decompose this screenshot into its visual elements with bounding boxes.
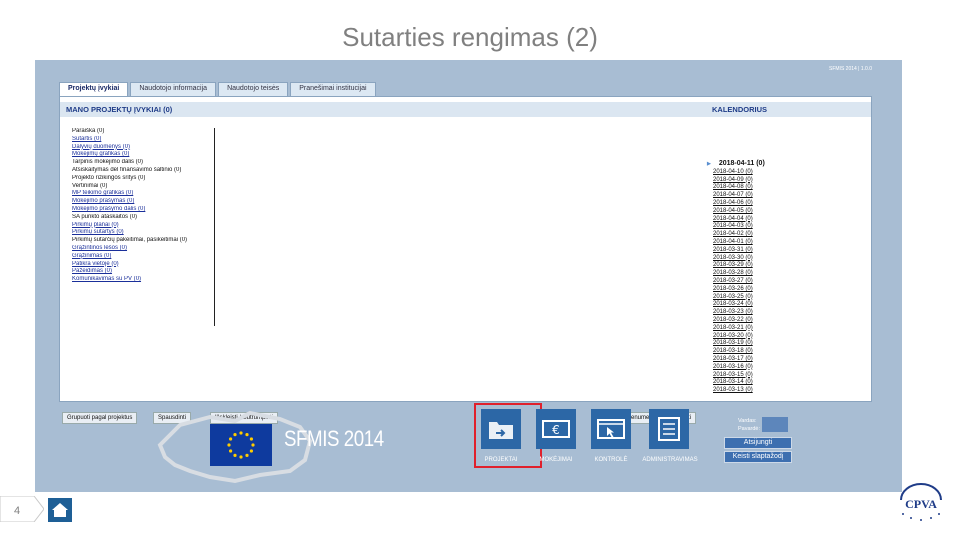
svg-text:€: €: [552, 423, 560, 437]
name-label: Vardas:: [738, 418, 757, 424]
event-type-item: Vertinimai (0): [72, 182, 108, 189]
calendar-date-item[interactable]: 2018-04-07 (0): [713, 192, 765, 200]
eu-flag-icon: [210, 424, 272, 466]
calendar-date-item[interactable]: 2018-03-18 (0): [713, 348, 765, 356]
euro-note-icon: €: [542, 420, 570, 438]
logout-button[interactable]: Atsijungti: [724, 437, 792, 449]
calendar-date-item[interactable]: 2018-04-08 (0): [713, 184, 765, 192]
event-type-item: Pirkimų sutarčių pakeitimai, pasikeitima…: [72, 237, 188, 244]
calendar-date-list: 2018-04-11 (0)2018-04-10 (0)2018-04-09 (…: [713, 160, 765, 395]
calendar-date-item[interactable]: 2018-03-29 (0): [713, 262, 765, 270]
event-type-item[interactable]: Grąžintinos lėšos (0): [72, 245, 214, 253]
event-type-item[interactable]: Pažeidimas (0): [72, 268, 214, 276]
event-type-item[interactable]: Mokėjimų grafikas (0): [72, 151, 214, 159]
event-type-item: Projekto rizikingos sritys (0): [72, 174, 146, 181]
event-type-item[interactable]: Dalyvių duomenys (0): [72, 144, 214, 152]
page-number-arrow: [0, 496, 44, 522]
mokejimai-module-button[interactable]: €: [536, 409, 576, 449]
calendar-date-item[interactable]: 2018-03-23 (0): [713, 309, 765, 317]
calendar-date-item[interactable]: 2018-03-19 (0): [713, 340, 765, 348]
group-by-project-button[interactable]: Grupuoti pagal projektus: [62, 412, 138, 424]
event-type-item[interactable]: MP teikimo grafikas (0): [72, 190, 214, 198]
calendar-date-item[interactable]: 2018-03-25 (0): [713, 294, 765, 302]
tab-naudotojo-teises[interactable]: Naudotojo teisės: [218, 82, 289, 97]
event-type-item: SA punkto ataskaitos (0): [72, 213, 138, 220]
administravimas-module-button[interactable]: [649, 409, 689, 449]
event-type-item[interactable]: Mokėjimo prašymo dalis (0): [72, 206, 214, 214]
calendar-date-item[interactable]: 2018-04-02 (0): [713, 231, 765, 239]
calendar-date-item[interactable]: 2018-03-26 (0): [713, 286, 765, 294]
cpva-logo: CPVA: [900, 483, 942, 521]
calendar-date-item[interactable]: 2018-03-31 (0): [713, 247, 765, 255]
projektai-label: PROJEKTAI: [484, 457, 518, 463]
calendar-date-item[interactable]: 2018-04-03 (0): [713, 223, 765, 231]
calendar-date-item[interactable]: 2018-03-30 (0): [713, 255, 765, 263]
calendar-date-item[interactable]: 2018-04-05 (0): [713, 208, 765, 216]
page-number: 4: [14, 505, 21, 517]
tab-projektu-ivykiai[interactable]: Projektų įvykiai: [59, 82, 129, 97]
calendar-date-item[interactable]: 2018-03-24 (0): [713, 301, 765, 309]
checklist-icon: [658, 417, 680, 441]
event-type-item[interactable]: Pirkimų sutartys (0): [72, 229, 214, 237]
sfmis-app-window: SFMIS 2014 | 1.0.0 Projektų įvykiai Naud…: [35, 60, 902, 492]
calendar-date-item[interactable]: 2018-03-14 (0): [713, 379, 765, 387]
calendar-date-item[interactable]: 2018-03-13 (0): [713, 387, 765, 395]
calendar-date-item[interactable]: 2018-04-01 (0): [713, 239, 765, 247]
calendar-date-item[interactable]: 2018-03-27 (0): [713, 278, 765, 286]
calendar-date-item[interactable]: 2018-04-10 (0): [713, 169, 765, 177]
version-label: SFMIS 2014 | 1.0.0: [829, 66, 872, 72]
change-password-button[interactable]: Keisti slaptažodį: [724, 451, 792, 463]
event-type-list: Paraiška (0) Sutartis (0) Dalyvių duomenys…: [72, 128, 215, 326]
calendar-date-item[interactable]: 2018-03-16 (0): [713, 364, 765, 372]
mokejimai-label: MOKĖJIMAI: [539, 457, 573, 463]
event-type-item[interactable]: Sutartis (0): [72, 136, 214, 144]
calendar-date-item[interactable]: 2018-04-06 (0): [713, 200, 765, 208]
calendar-date-item[interactable]: 2018-03-17 (0): [713, 356, 765, 364]
event-type-item[interactable]: Pirkimų planai (0): [72, 222, 214, 230]
calendar-date-item[interactable]: 2018-03-28 (0): [713, 270, 765, 278]
sfmis-brand: SFMIS 2014: [284, 426, 384, 451]
projektai-module-button[interactable]: [481, 409, 521, 449]
calendar-date-item[interactable]: 2018-04-04 (0): [713, 216, 765, 224]
event-type-item[interactable]: Patikra vietoje (0): [72, 261, 214, 269]
calendar-date-item[interactable]: 2018-03-22 (0): [713, 317, 765, 325]
calendar-date-item[interactable]: 2018-04-11 (0): [713, 160, 765, 169]
administravimas-label: ADMINISTRAVIMAS: [642, 457, 698, 463]
slide-title: Sutarties rengimas (2): [342, 22, 598, 52]
surname-label: Pavardė:: [738, 426, 761, 432]
browser-cursor-icon: [597, 419, 625, 439]
event-type-item[interactable]: Komunikavimas su PV (0): [72, 276, 214, 284]
events-header: MANO PROJEKTŲ ĮVYKIAI (0): [66, 105, 173, 114]
event-type-item: Atsiskaitymas dėl finansavimo šaltinio (…: [72, 166, 182, 173]
folder-arrow-icon: [489, 422, 513, 439]
home-button[interactable]: [48, 498, 72, 522]
kontrole-label: KONTROLĖ: [594, 457, 628, 463]
panel-header: MANO PROJEKTŲ ĮVYKIAI (0) KALENDORIUS: [60, 102, 871, 117]
calendar-date-item[interactable]: 2018-03-15 (0): [713, 372, 765, 380]
calendar-header: KALENDORIUS: [712, 105, 768, 114]
event-type-item: Paraiška (0): [72, 128, 105, 134]
calendar-date-item[interactable]: 2018-03-20 (0): [713, 333, 765, 341]
tab-naudotojo-informacija[interactable]: Naudotojo informacija: [130, 82, 217, 97]
kontrole-module-button[interactable]: [591, 409, 631, 449]
tab-bar: Projektų įvykiai Naudotojo informacija N…: [59, 82, 376, 97]
event-type-item: Tarpinis mokėjimo dalis (0): [72, 159, 144, 166]
events-panel: MANO PROJEKTŲ ĮVYKIAI (0) KALENDORIUS Pa…: [59, 96, 872, 424]
home-icon: [52, 503, 68, 517]
svg-text:CPVA: CPVA: [905, 497, 937, 511]
user-info-box: [762, 417, 788, 432]
event-type-item[interactable]: Grąžinimas (0): [72, 253, 214, 261]
calendar-date-item[interactable]: 2018-04-09 (0): [713, 177, 765, 185]
event-type-item[interactable]: Mokėjimo prašymas (0): [72, 198, 214, 206]
tab-pranesimai-institucijai[interactable]: Pranešimai institucijai: [290, 82, 376, 97]
calendar-date-item[interactable]: 2018-03-21 (0): [713, 325, 765, 333]
